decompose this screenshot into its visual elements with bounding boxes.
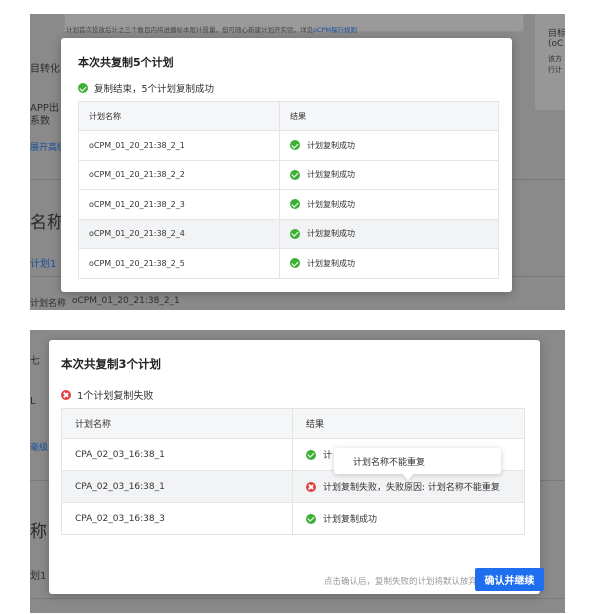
table-row: CPA_02_03_16:38_3 计划复制成功 xyxy=(61,502,525,535)
confirm-continue-button[interactable]: 确认并继续 xyxy=(475,568,544,591)
left-label: 系数 xyxy=(30,116,50,127)
result-cell: 计划复制成功 xyxy=(292,502,525,535)
result-text: 计划复制成功 xyxy=(307,199,355,209)
column-header: 结果 xyxy=(292,408,525,439)
copy-status: 复制结束，5个计划复制成功 xyxy=(78,81,214,95)
table-row: CPA_02_03_16:38_1 计划复制失败，失败原因: 计划名称不能重复 xyxy=(61,470,525,503)
success-icon xyxy=(290,228,300,239)
error-icon xyxy=(61,389,71,400)
result-cell: 计划复制成功 xyxy=(279,159,499,190)
plan-name-cell: CPA_02_03_16:38_1 xyxy=(61,470,293,503)
plan-name-cell: oCPM_01_20_21:38_2_3 xyxy=(78,189,280,220)
success-icon xyxy=(306,449,316,460)
result-text: 计划复制失败，失败原因: 计划名称不能重复 xyxy=(323,483,500,493)
name-heading: 名称 xyxy=(30,213,64,233)
plan-name-cell: CPA_02_03_16:38_1 xyxy=(61,438,293,471)
notice-text: 计划首次投放后计之三个数目内将进播标本限计投量，但可随心新建计划开实验，详见oC… xyxy=(66,26,358,34)
plan-name-cell: oCPM_01_20_21:38_2_2 xyxy=(78,159,280,190)
success-icon xyxy=(290,258,300,269)
result-table: 计划名称 结果 oCPM_01_20_21:38_2_1 计划复制成功 oCPM… xyxy=(78,101,499,279)
result-text: 计划复制成功 xyxy=(307,170,355,180)
modal-title: 本次共复制5个计划 xyxy=(78,56,174,69)
status-text: 1个计划复制失败 xyxy=(77,391,154,402)
left-label: 七 xyxy=(30,356,40,367)
table-row: oCPM_01_20_21:38_2_4 计划复制成功 xyxy=(78,218,499,249)
plan-name-cell: oCPM_01_20_21:38_2_4 xyxy=(78,218,280,249)
right-card-sub: (oC xyxy=(548,39,564,49)
result-text: 计 xyxy=(323,451,333,461)
plan-name-label: 计划名称 xyxy=(30,299,67,309)
name-heading: 称 xyxy=(30,522,47,542)
modal-title: 本次共复制3个计划 xyxy=(61,357,162,371)
result-cell: 计划复制成功 xyxy=(279,248,499,279)
column-header: 计划名称 xyxy=(78,101,280,131)
left-label: 目转化 xyxy=(30,64,60,75)
success-icon xyxy=(290,140,300,151)
success-icon xyxy=(290,169,300,180)
copy-status: 1个计划复制失败 xyxy=(61,387,153,402)
expand-advanced-link[interactable]: 毫级 xyxy=(30,440,48,453)
plan-link[interactable]: 划1 xyxy=(30,567,46,582)
right-card-line: 行计 xyxy=(548,66,562,74)
plan-link[interactable]: 计划1 xyxy=(30,255,56,270)
success-icon xyxy=(78,83,88,93)
notice-link[interactable]: oCPM探行规则 xyxy=(313,26,357,34)
result-text: 计划复制成功 xyxy=(307,140,355,150)
result-cell: 计划复制成功 xyxy=(279,189,499,220)
result-text: 计划复制成功 xyxy=(307,258,355,268)
copy-result-modal: 本次共复制5个计划 复制结束，5个计划复制成功 计划名称 结果 oCPM_01_… xyxy=(61,38,512,292)
plan-name-value: oCPM_01_20_21:38_2_1 xyxy=(72,296,180,306)
table-header: 计划名称 结果 xyxy=(61,408,525,439)
column-header: 计划名称 xyxy=(61,408,293,439)
plan-name-cell: oCPM_01_20_21:38_2_1 xyxy=(78,130,280,161)
table-row: oCPM_01_20_21:38_2_2 计划复制成功 xyxy=(78,159,499,190)
result-cell: 计划复制成功 xyxy=(279,218,499,249)
success-icon xyxy=(306,513,316,524)
table-header: 计划名称 结果 xyxy=(78,101,499,131)
footer-note: 点击确认后，复制失败的计划将默认放弃 xyxy=(324,577,478,587)
success-icon xyxy=(290,199,300,210)
right-card-line: 该方 xyxy=(548,55,562,63)
table-row: oCPM_01_20_21:38_2_5 计划复制成功 xyxy=(78,248,499,279)
right-card-title: 目标 xyxy=(548,29,565,39)
screenshot-copy-success: 计划首次投放后计之三个数目内将进播标本限计投量，但可随心新建计划开实验，详见oC… xyxy=(30,14,565,310)
left-label: L xyxy=(30,396,36,407)
table-row: oCPM_01_20_21:38_2_3 计划复制成功 xyxy=(78,189,499,220)
screenshot-copy-partial-failure: 七 L 毫级 称 划1 本次共复制3个计划 1个计划复制失败 计划名称 结果 C… xyxy=(30,330,565,613)
column-header: 结果 xyxy=(279,101,499,131)
status-text: 复制结束，5个计划复制成功 xyxy=(94,84,215,95)
result-text: 计划复制成功 xyxy=(307,229,355,239)
plan-name-cell: CPA_02_03_16:38_3 xyxy=(61,502,293,535)
divider xyxy=(30,598,565,599)
result-text: 计划复制成功 xyxy=(323,515,378,525)
failure-reason-tooltip: 计划名称不能重复 xyxy=(334,448,501,474)
copy-result-modal: 本次共复制3个计划 1个计划复制失败 计划名称 结果 CPA_02_03_16:… xyxy=(49,340,544,594)
result-cell: 计划复制成功 xyxy=(279,130,499,161)
table-row: oCPM_01_20_21:38_2_1 计划复制成功 xyxy=(78,130,499,161)
plan-name-cell: oCPM_01_20_21:38_2_5 xyxy=(78,248,280,279)
error-icon xyxy=(306,481,316,492)
